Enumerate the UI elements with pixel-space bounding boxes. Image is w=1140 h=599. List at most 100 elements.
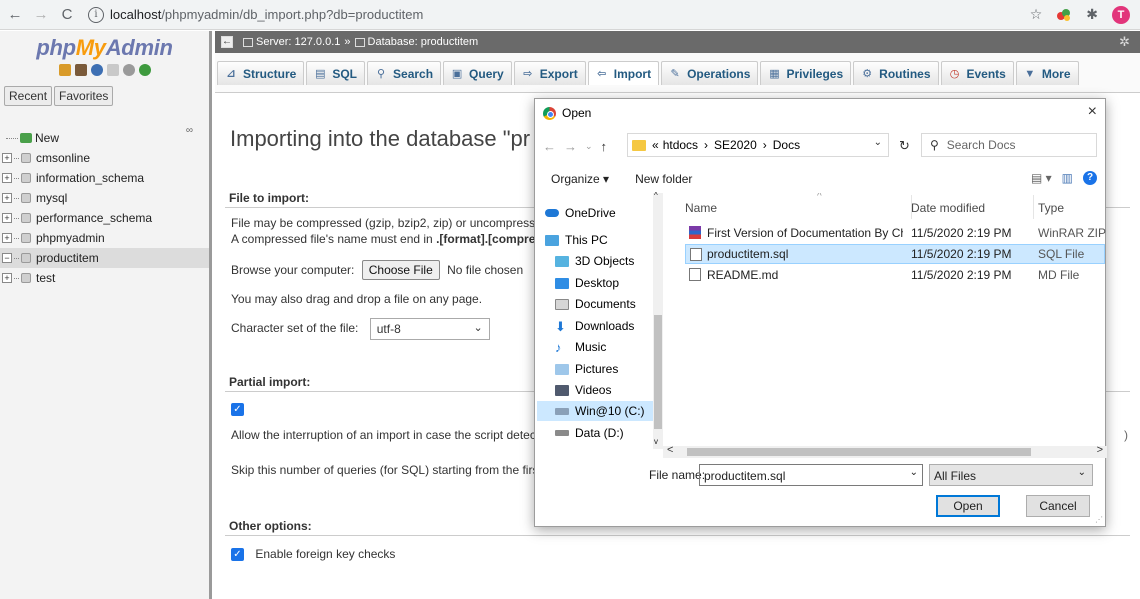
back-icon[interactable]: ← (543, 139, 556, 154)
expand-icon[interactable]: + (2, 193, 12, 203)
file-type-filter[interactable]: All Files ⌄ (929, 464, 1093, 486)
nav-scrollbar[interactable]: ^ v (653, 191, 663, 449)
phpmyadmin-logo[interactable]: phpMyAdmin (0, 35, 209, 61)
db-row-phpmyadmin[interactable]: + phpmyadmin (0, 228, 209, 248)
choose-file-button[interactable]: Choose File (361, 260, 440, 280)
tab-sql[interactable]: ▤ SQL (306, 61, 366, 85)
reload-nav-icon[interactable] (138, 64, 151, 76)
dialog-breadcrumb[interactable]: « htdocs › SE2020 › Docs ⌄ (627, 133, 889, 157)
back-icon[interactable]: ← (4, 6, 26, 23)
breadcrumb-database[interactable]: Database: productitem (368, 36, 479, 48)
open-button[interactable]: Open (936, 495, 1000, 517)
nav-item-documents[interactable]: Documents (555, 294, 636, 314)
docs-icon[interactable] (106, 64, 119, 76)
interrupt-checkbox[interactable]: ✓ (231, 403, 244, 417)
forward-icon[interactable]: → (30, 6, 52, 23)
crumb-docs[interactable]: Docs (773, 138, 800, 152)
file-row[interactable]: productitem.sql 11/5/2020 2:19 PM SQL Fi… (685, 244, 1105, 264)
db-row-productitem[interactable]: − productitem (0, 248, 209, 268)
tab-search[interactable]: ⚲ Search (367, 61, 442, 85)
puzzle-icon[interactable]: ✱ (1086, 6, 1098, 23)
nav-item-this-pc[interactable]: This PC (545, 230, 608, 250)
new-folder-button[interactable]: New folder (635, 172, 692, 186)
refresh-icon[interactable]: ↻ (899, 138, 910, 154)
logout-icon[interactable] (74, 64, 87, 76)
expand-icon[interactable]: + (2, 153, 12, 163)
chevron-down-icon[interactable]: ⌄ (874, 137, 882, 148)
db-row-performance-schema[interactable]: + performance_schema (0, 208, 209, 228)
chevron-down-icon[interactable]: ⌄ (910, 467, 918, 478)
nav-item-music[interactable]: ♪ Music (555, 337, 606, 357)
scroll-down-icon[interactable]: v (654, 437, 658, 446)
nav-item-downloads[interactable]: ⬇ Downloads (555, 316, 634, 336)
nav-item-pictures[interactable]: Pictures (555, 359, 618, 379)
column-separator[interactable] (1033, 195, 1034, 219)
tab-export[interactable]: ⇨ Export (513, 61, 586, 85)
help-icon[interactable] (90, 64, 103, 76)
nav-item-desktop[interactable]: Desktop (555, 273, 619, 293)
settings-icon[interactable] (122, 64, 135, 76)
tab-privileges[interactable]: ▦ Privileges (760, 61, 852, 85)
close-icon[interactable]: × (1088, 103, 1097, 121)
horizontal-scrollbar[interactable]: < > (663, 444, 1107, 458)
expand-icon[interactable]: + (2, 273, 12, 283)
help-icon[interactable]: ? (1083, 171, 1097, 185)
home-icon[interactable] (58, 64, 71, 76)
reload-icon[interactable]: C (56, 6, 78, 23)
organize-button[interactable]: Organize ▾ (551, 172, 609, 186)
filename-input[interactable]: productitem.sql ⌄ (699, 464, 923, 486)
scroll-thumb[interactable] (654, 315, 662, 429)
db-row-test[interactable]: + test (0, 268, 209, 288)
scroll-right-icon[interactable]: > (1097, 444, 1103, 456)
star-icon[interactable]: ☆ (1030, 6, 1043, 23)
nav-item-videos[interactable]: Videos (555, 380, 611, 400)
column-type[interactable]: Type (1038, 201, 1064, 215)
extension-icon[interactable] (1056, 7, 1072, 23)
collapse-nav-icon[interactable]: ← (221, 36, 233, 48)
cancel-button[interactable]: Cancel (1026, 495, 1090, 517)
resize-grip-icon[interactable]: ⋰ (1095, 515, 1103, 524)
tab-events[interactable]: ◷ Events (940, 61, 1014, 85)
charset-select[interactable]: utf-8 ⌄ (369, 318, 490, 340)
link-icon[interactable]: ∞ (186, 125, 193, 136)
expand-icon[interactable]: + (2, 233, 12, 243)
collapse-icon[interactable]: − (2, 253, 12, 263)
info-icon[interactable]: i (88, 6, 104, 23)
nav-item-onedrive[interactable]: OneDrive (545, 203, 616, 223)
db-row-mysql[interactable]: + mysql (0, 188, 209, 208)
tab-import[interactable]: ⇦ Import (587, 61, 660, 85)
search-docs-input[interactable]: ⚲ Search Docs (921, 133, 1097, 157)
tab-operations[interactable]: ✎ Operations (661, 61, 759, 85)
nav-item-win10-c[interactable]: Win@10 (C:) (537, 401, 653, 421)
tab-routines[interactable]: ⚙ Routines (853, 61, 939, 85)
scroll-up-icon[interactable]: ^ (654, 191, 658, 200)
new-database[interactable]: New (0, 128, 209, 148)
file-row[interactable]: First Version of Documentation By Char..… (685, 223, 1107, 243)
scroll-thumb[interactable] (687, 448, 1031, 456)
column-name[interactable]: Name (685, 201, 717, 215)
crumb-htdocs[interactable]: htdocs (663, 138, 698, 152)
nav-item-data-d[interactable]: Data (D:) (555, 423, 624, 443)
expand-icon[interactable]: + (2, 173, 12, 183)
file-row[interactable]: README.md 11/5/2020 2:19 PM MD File (685, 265, 1105, 285)
foreign-key-checkbox[interactable]: ✓ (231, 548, 244, 562)
breadcrumb-server[interactable]: Server: 127.0.0.1 (256, 36, 340, 48)
view-options-icon[interactable]: ▤ ▾ (1031, 171, 1052, 185)
address-bar[interactable]: i localhost/phpmyadmin/db_import.php?db=… (88, 4, 1030, 26)
crumb-se2020[interactable]: SE2020 (714, 138, 757, 152)
nav-item-3d-objects[interactable]: 3D Objects (555, 251, 634, 271)
db-row-cmsonline[interactable]: + cmsonline (0, 148, 209, 168)
tab-query[interactable]: ▣ Query (443, 61, 512, 85)
forward-icon[interactable]: → (564, 139, 577, 154)
favorites-tab[interactable]: Favorites (54, 86, 114, 106)
tab-more[interactable]: ▼ More (1015, 61, 1079, 85)
expand-icon[interactable]: + (2, 213, 12, 223)
preview-pane-icon[interactable]: ▥ (1062, 171, 1073, 185)
breadcrumb-prefix[interactable]: « (652, 138, 659, 152)
up-icon[interactable]: ↑ (601, 139, 608, 154)
column-date-modified[interactable]: Date modified (911, 201, 985, 215)
gear-icon[interactable]: ✲ (1119, 34, 1130, 50)
db-row-information-schema[interactable]: + information_schema (0, 168, 209, 188)
recent-tab[interactable]: Recent (4, 86, 53, 106)
recent-locations-icon[interactable]: ⌄ (585, 141, 593, 152)
